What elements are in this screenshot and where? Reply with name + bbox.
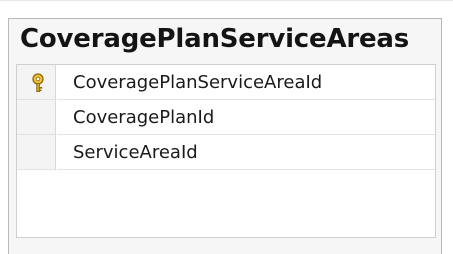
columns-grid: CoveragePlanServiceAreaId CoveragePlanId… <box>16 64 436 238</box>
clipped-top-edge <box>0 0 453 12</box>
column-name: ServiceAreaId <box>73 142 198 163</box>
column-row[interactable]: ServiceAreaId <box>17 135 435 170</box>
primary-key-icon <box>29 73 47 93</box>
diagram-canvas: CoveragePlanServiceAreas CoveragePlanSer… <box>0 0 453 254</box>
column-row-primary-key[interactable]: CoveragePlanServiceAreaId <box>17 65 435 100</box>
column-name: CoveragePlanServiceAreaId <box>73 72 323 93</box>
column-name: CoveragePlanId <box>73 107 215 128</box>
row-selector[interactable] <box>17 135 56 170</box>
row-selector[interactable] <box>17 100 56 135</box>
column-row[interactable]: CoveragePlanId <box>17 100 435 135</box>
top-divider <box>0 0 453 1</box>
empty-grid-area <box>17 170 435 237</box>
table-title[interactable]: CoveragePlanServiceAreas <box>20 24 409 54</box>
row-selector[interactable] <box>17 65 56 100</box>
